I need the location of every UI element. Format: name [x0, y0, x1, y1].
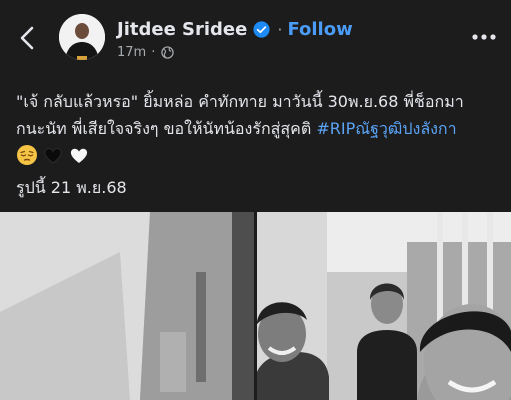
- author-name[interactable]: Jitdee Sridee: [117, 19, 247, 40]
- photo-grid: [0, 212, 511, 400]
- photo-left[interactable]: [0, 212, 254, 400]
- post-text-line-2: กนะนัท พี่เสียใจจริงๆ ขอให้นัทน้องรักสู่…: [16, 115, 502, 142]
- avatar[interactable]: [59, 14, 105, 60]
- photo-right-image: [257, 212, 511, 400]
- photo-caption: รูปนี้ 21 พ.ย.68: [16, 178, 127, 197]
- verified-badge-icon: [253, 20, 270, 38]
- post-header: Jitdee Sridee · Follow 17m ·: [0, 0, 511, 70]
- post-text-line-2-body: กนะนัท พี่เสียใจจริงๆ ขอให้นัทน้องรักสู่…: [16, 119, 317, 138]
- white-heart-icon: [70, 148, 88, 163]
- chevron-left-icon[interactable]: [14, 24, 42, 52]
- photo-left-image: [0, 212, 254, 400]
- author-row: Jitdee Sridee · Follow: [117, 16, 353, 42]
- black-heart-icon: [44, 148, 62, 164]
- separator-dot: ·: [277, 19, 283, 39]
- post-text-line-1: "เจ้ กลับแล้วหรอ" ยิ้มหล่อ คำทักทาย มาวั…: [16, 92, 464, 111]
- follow-button[interactable]: Follow: [287, 19, 352, 40]
- globe-icon: [161, 45, 175, 59]
- more-horizontal-icon[interactable]: [471, 32, 497, 42]
- post-time[interactable]: 17m: [117, 45, 146, 60]
- photo-right[interactable]: [257, 212, 511, 400]
- pensive-face-icon: [17, 145, 37, 165]
- post-text: "เจ้ กลับแล้วหรอ" ยิ้มหล่อ คำทักทาย มาวั…: [16, 88, 502, 167]
- post-meta: 17m ·: [117, 43, 175, 61]
- emoji-row: [16, 143, 502, 167]
- meta-separator: ·: [151, 44, 156, 60]
- avatar-image: [59, 14, 105, 60]
- hashtag-link[interactable]: #RIPณัฐวุฒิปงลังกา: [316, 119, 456, 138]
